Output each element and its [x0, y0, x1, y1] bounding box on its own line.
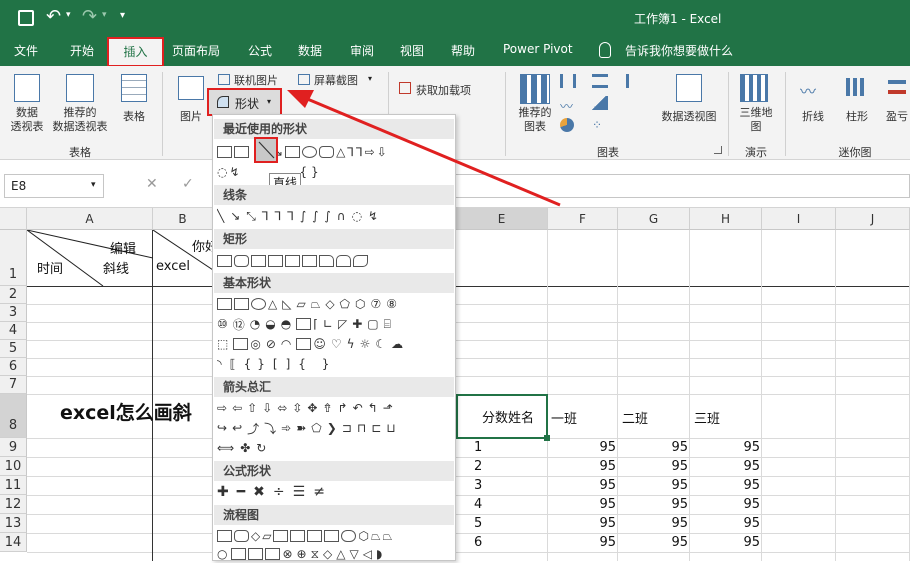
annotation-arrow [287, 90, 561, 207]
